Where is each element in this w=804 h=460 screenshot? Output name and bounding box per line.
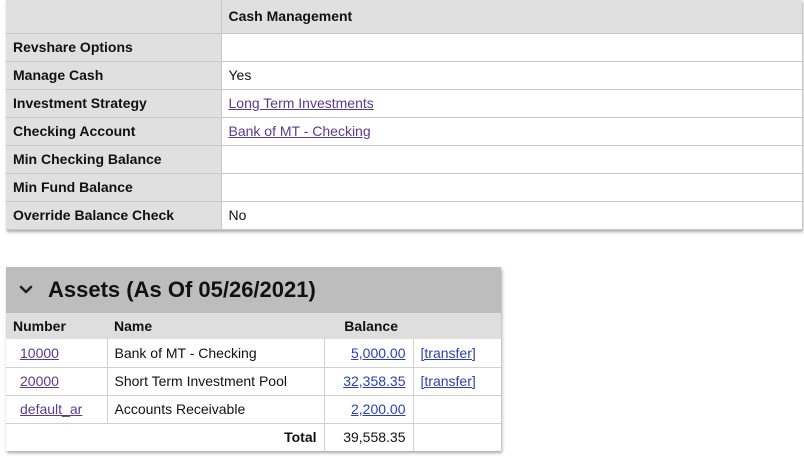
row-checking-account: Checking Account Bank of MT - Checking: [6, 117, 802, 146]
override-balance-check-value: No: [220, 201, 802, 230]
assets-panel-header[interactable]: Assets (As Of 05/26/2021): [6, 267, 501, 313]
cash-management-table: Cash Management Revshare Options Manage …: [6, 0, 802, 230]
total-action-cell: [412, 423, 501, 451]
action-column-header: [413, 313, 501, 339]
row-min-fund-balance: Min Fund Balance: [6, 173, 802, 202]
investment-strategy-link[interactable]: Long Term Investments: [229, 95, 374, 111]
total-label: Total: [284, 429, 317, 446]
asset-balance-cell: 2,200.00: [323, 395, 413, 424]
checking-account-label: Checking Account: [6, 117, 221, 146]
manage-cash-value: Yes: [220, 61, 802, 90]
row-override-balance-check: Override Balance Check No: [6, 201, 802, 230]
revshare-options-value: [220, 33, 802, 62]
table-row: 20000 Short Term Investment Pool 32,358.…: [6, 367, 501, 396]
table-row: default_ar Accounts Receivable 2,200.00: [6, 395, 501, 424]
total-value: 39,558.35: [323, 423, 413, 451]
min-checking-balance-label: Min Checking Balance: [6, 145, 221, 174]
header-spacer: [6, 0, 221, 34]
asset-balance-cell: 5,000.00: [323, 339, 413, 368]
asset-number-cell: 10000: [6, 339, 107, 368]
asset-balance-cell: 32,358.35: [323, 367, 413, 396]
chevron-down-icon[interactable]: [16, 280, 36, 300]
assets-table: Number Name Balance 10000 Bank of MT - C…: [6, 313, 501, 451]
row-min-checking-balance: Min Checking Balance: [6, 145, 802, 174]
asset-name: Accounts Receivable: [106, 395, 324, 424]
cash-management-title: Cash Management: [220, 0, 802, 34]
transfer-link[interactable]: [transfer]: [421, 373, 476, 389]
balance-column-header: Balance: [324, 313, 413, 339]
override-balance-check-label: Override Balance Check: [6, 201, 221, 230]
row-manage-cash: Manage Cash Yes: [6, 61, 802, 90]
number-column-header: Number: [6, 313, 107, 339]
total-row: Total 39,558.35: [6, 423, 501, 451]
transfer-link[interactable]: [transfer]: [421, 345, 476, 361]
asset-action-cell: [transfer]: [412, 367, 501, 396]
asset-number-link[interactable]: 20000: [20, 373, 59, 389]
table-row: 10000 Bank of MT - Checking 5,000.00 [tr…: [6, 339, 501, 368]
min-checking-balance-value: [220, 145, 802, 174]
asset-balance-link[interactable]: 2,200.00: [351, 401, 406, 417]
min-fund-balance-label: Min Fund Balance: [6, 173, 221, 202]
asset-number-cell: 20000: [6, 367, 107, 396]
asset-number-link[interactable]: default_ar: [20, 401, 82, 417]
row-investment-strategy: Investment Strategy Long Term Investment…: [6, 89, 802, 118]
asset-balance-link[interactable]: 32,358.35: [343, 373, 405, 389]
checking-account-link[interactable]: Bank of MT - Checking: [229, 123, 371, 139]
asset-name: Short Term Investment Pool: [106, 367, 324, 396]
asset-balance-link[interactable]: 5,000.00: [351, 345, 406, 361]
cash-management-panel: Cash Management Revshare Options Manage …: [6, 0, 802, 230]
asset-number-link[interactable]: 10000: [20, 345, 59, 361]
assets-title: Assets (As Of 05/26/2021): [48, 277, 316, 302]
assets-panel: Assets (As Of 05/26/2021) Number Name Ba…: [6, 267, 501, 451]
asset-action-cell: [transfer]: [412, 339, 501, 368]
investment-strategy-label: Investment Strategy: [6, 89, 221, 118]
checking-account-cell: Bank of MT - Checking: [220, 117, 802, 146]
asset-action-cell: [412, 395, 501, 424]
name-column-header: Name: [107, 313, 324, 339]
investment-strategy-cell: Long Term Investments: [220, 89, 802, 118]
revshare-options-label: Revshare Options: [6, 33, 221, 62]
asset-name: Bank of MT - Checking: [106, 339, 324, 368]
cash-management-header-row: Cash Management: [6, 0, 802, 34]
row-revshare-options: Revshare Options: [6, 33, 802, 62]
min-fund-balance-value: [220, 173, 802, 202]
manage-cash-label: Manage Cash: [6, 61, 221, 90]
asset-number-cell: default_ar: [6, 395, 107, 424]
assets-header-row: Number Name Balance: [6, 313, 501, 339]
